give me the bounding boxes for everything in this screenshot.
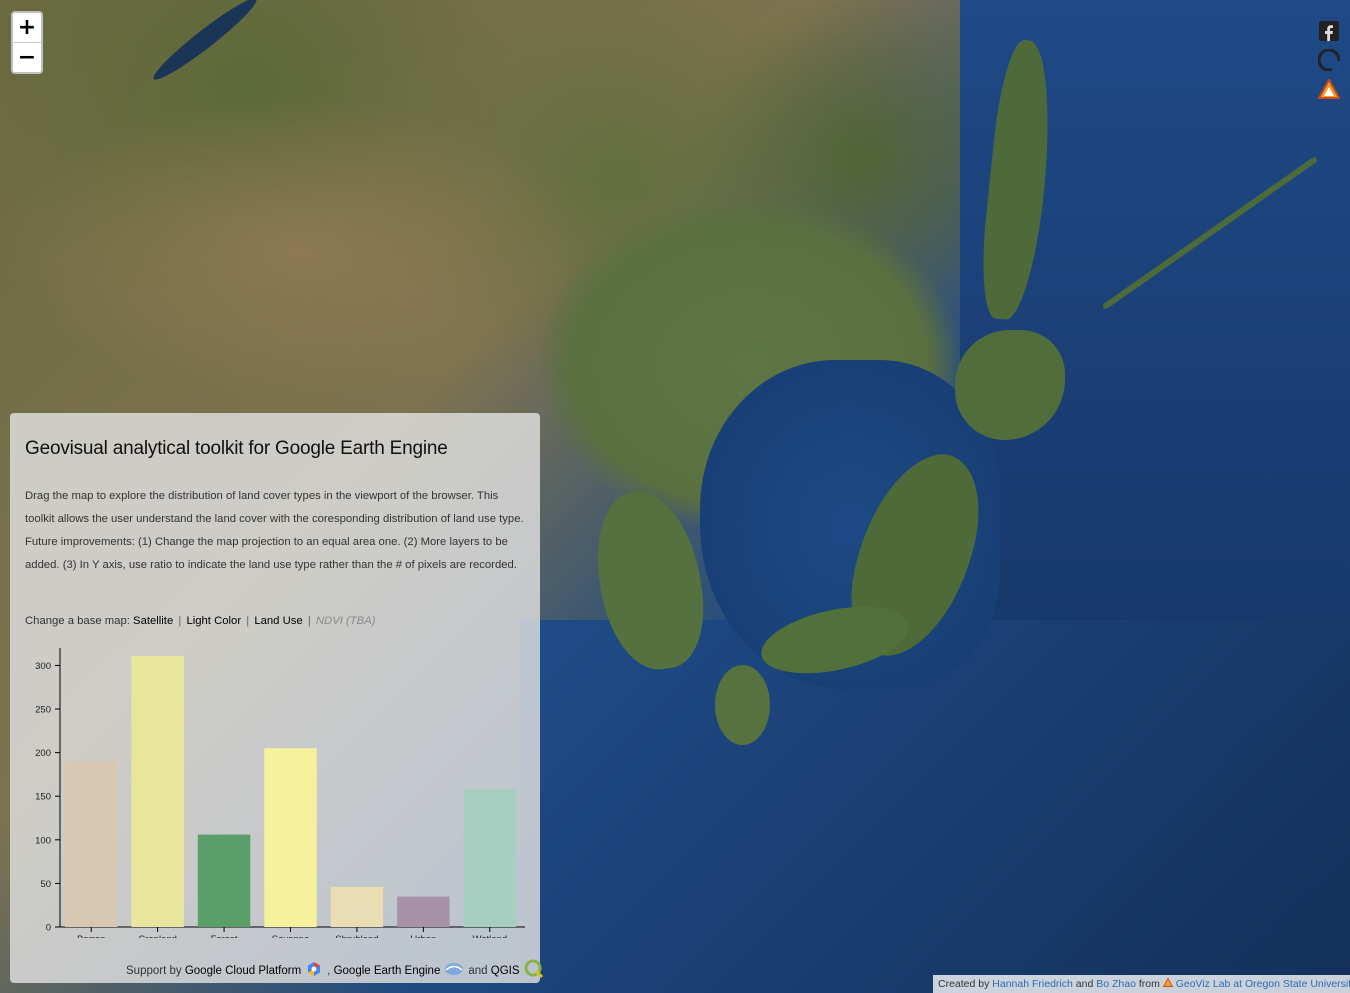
x-tick-label: Cropland [138,934,177,938]
basemap-separator: | [307,615,311,627]
bar-shrubland [330,886,384,927]
support-comma: , [327,964,331,977]
attribution-and: and [1075,978,1094,990]
support-and: and [468,964,488,977]
x-tick-label: Savanna [272,934,310,938]
bar-urban [397,896,450,927]
y-tick-label: 50 [40,879,51,890]
geoviz-lab-icon [1162,977,1174,990]
map-kyushu [715,665,770,745]
support-qgis[interactable]: QGIS [491,965,520,977]
x-tick-label: Barren [77,934,106,938]
attribution-bar: Created by Hannah Friedrich and Bo Zhao … [933,975,1350,993]
y-tick-label: 300 [35,661,51,672]
panel-description: Drag the map to explore the distribution… [25,490,524,571]
basemap-option-satellite[interactable]: Satellite [133,615,173,627]
zoom-out-button[interactable]: − [13,42,41,71]
y-tick-label: 200 [35,748,51,759]
basemap-switcher: Change a base map: Satellite | Light Col… [25,615,376,627]
info-panel: Geovisual analytical toolkit for Google … [10,413,543,983]
geoviz-logo-icon[interactable] [1316,76,1342,102]
basemap-separator: | [178,615,182,627]
y-tick-label: 0 [46,923,51,934]
basemap-separator: | [246,615,250,627]
x-tick-label: Shrubland [335,934,378,938]
zoom-in-button[interactable]: + [13,13,41,42]
basemap-option-ndvi: NDVI (TBA) [315,615,376,627]
map-lake-baikal [148,0,262,87]
x-tick-label: Forest [211,934,238,938]
y-tick-label: 250 [35,705,51,716]
facebook-icon[interactable] [1316,18,1342,44]
attribution-created-by: Created by [938,978,990,990]
github-icon[interactable] [1316,47,1342,73]
bar-cropland [131,655,184,927]
x-tick-label: Wetland [472,934,507,938]
support-line: Support by Google Cloud Platform , Googl… [126,959,548,982]
bar-barren [64,761,118,927]
social-links [1316,18,1342,105]
earth-engine-icon [444,961,464,980]
geoviz-lab-link[interactable]: GeoViz Lab at Oregon State University [1176,978,1350,990]
basemap-prefix: Change a base map: [25,615,130,627]
zoom-control: + − [11,11,43,74]
landcover-bar-chart: 0 50 100 150 200 250 300 Barren Cropland Forest Sa… [35,648,525,938]
x-tick-label: Urban [410,934,436,938]
support-prefix: Support by [126,964,182,977]
author-link-bo-zhao[interactable]: Bo Zhao [1096,978,1136,990]
panel-title: Geovisual analytical toolkit for Google … [25,438,448,459]
qgis-icon [524,959,544,982]
support-google-cloud[interactable]: Google Cloud Platform [185,965,301,977]
y-tick-label: 150 [35,792,51,803]
support-google-earth-engine[interactable]: Google Earth Engine [334,965,441,977]
bar-forest [197,834,251,927]
basemap-option-light-color[interactable]: Light Color [186,615,241,627]
basemap-option-land-use[interactable]: Land Use [254,615,302,627]
bar-savanna [264,748,317,927]
bar-wetland [463,789,517,927]
attribution-from: from [1138,978,1160,990]
y-tick-label: 100 [35,835,51,846]
google-cloud-icon [305,960,323,981]
author-link-hannah-friedrich[interactable]: Hannah Friedrich [992,978,1073,990]
